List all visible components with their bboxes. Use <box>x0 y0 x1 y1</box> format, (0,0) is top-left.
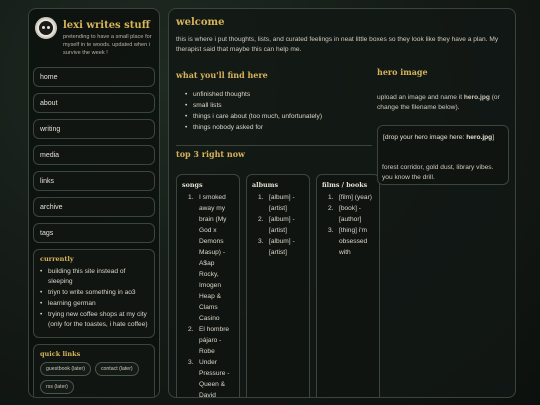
currently-item: building this site instead of sleeping <box>40 267 148 287</box>
songs-title: songs <box>182 181 203 189</box>
hero-desc-text: upload an image and name it <box>377 94 464 101</box>
currently-item: trying new coffee shops at my city (only… <box>40 310 148 330</box>
nav-archive[interactable]: archive <box>33 197 155 217</box>
songs-column: songs I smoked away my brain (My God x D… <box>176 174 240 398</box>
list-item: small lists <box>185 100 322 111</box>
find-title: what you'll find here <box>176 70 268 80</box>
sidebar: lexi writes stuff pretending to have a s… <box>28 8 160 398</box>
drop-filename: hero.jpg <box>466 134 493 141</box>
hero-drop-text: [drop your hero image here: hero.jpg] <box>383 133 503 143</box>
albums-title: albums <box>252 181 279 189</box>
cat-icon <box>39 21 53 35</box>
find-list: unfinished thoughts small lists things i… <box>185 89 322 133</box>
drop-text: [drop your hero image here: <box>383 134 467 141</box>
nav-tags[interactable]: tags <box>33 223 155 243</box>
song-item: I smoked away my brain (My God x Demons … <box>188 192 227 322</box>
welcome-intro: this is where i put thoughts, lists, and… <box>176 36 499 53</box>
hero-title: hero image <box>377 67 428 77</box>
top3-columns: songs I smoked away my brain (My God x D… <box>176 174 380 398</box>
quick-links-card: quick links guestbook (later) contact (l… <box>33 344 155 397</box>
guestbook-link[interactable]: guestbook (later) <box>40 362 91 376</box>
film-book-item: [thing] i'm obsessed with <box>328 225 368 256</box>
main-panel: welcome this is where i put thoughts, li… <box>168 8 516 398</box>
hero-desc: upload an image and name it hero.jpg (or… <box>377 93 509 113</box>
hero-caption: forest corridor, gold dust, library vibe… <box>382 164 494 181</box>
album-item: [album] - [artist] <box>258 192 295 212</box>
avatar <box>35 17 57 39</box>
albums-column: albums [album] - [artist] [album] - [art… <box>246 174 310 397</box>
currently-item: triyn to write something in ao3 <box>40 288 148 298</box>
nav-home[interactable]: home <box>33 67 155 87</box>
film-book-item: [film] (year) <box>328 192 372 203</box>
nav: home about writing media links archive t… <box>29 67 159 243</box>
song-item: El hombre pájaro - Robe <box>188 324 230 355</box>
welcome-title: welcome <box>176 17 225 28</box>
film-book-item: [book] - [author] <box>328 203 362 223</box>
site-title[interactable]: lexi writes stuff <box>63 20 153 31</box>
currently-title: currently <box>40 255 74 263</box>
rss-link[interactable]: rss (later) <box>40 380 74 394</box>
currently-card: currently building this site instead of … <box>33 249 155 338</box>
site-tagline: pretending to have a small place for mys… <box>63 34 152 56</box>
list-item: things i care about (too much, unfortuna… <box>185 111 322 122</box>
brand: lexi writes stuff pretending to have a s… <box>29 9 159 63</box>
divider <box>176 145 372 146</box>
hero-filename: hero.jpg <box>463 94 490 101</box>
contact-link[interactable]: contact (later) <box>94 362 139 376</box>
drop-text: ] <box>492 134 495 141</box>
song-item: Under Pressure - Queen & David Bowie <box>188 357 230 398</box>
nav-about[interactable]: about <box>33 93 155 113</box>
currently-item: learning german <box>40 299 148 309</box>
hero-section: hero image upload an image and name it h… <box>377 67 509 185</box>
nav-links[interactable]: links <box>33 171 155 191</box>
films-books-title: films / books <box>322 181 368 189</box>
list-item: things nobody asked for <box>185 122 322 133</box>
films-books-column: films / books [film] (year) [book] - [au… <box>316 174 380 397</box>
quick-links-title: quick links <box>40 350 81 358</box>
nav-writing[interactable]: writing <box>33 119 155 139</box>
top3-title: top 3 right now <box>176 149 245 159</box>
nav-media[interactable]: media <box>33 145 155 165</box>
album-item: [album] - [artist] <box>258 214 295 234</box>
list-item: unfinished thoughts <box>185 89 322 100</box>
album-item: [album] - [artist] <box>258 236 295 256</box>
